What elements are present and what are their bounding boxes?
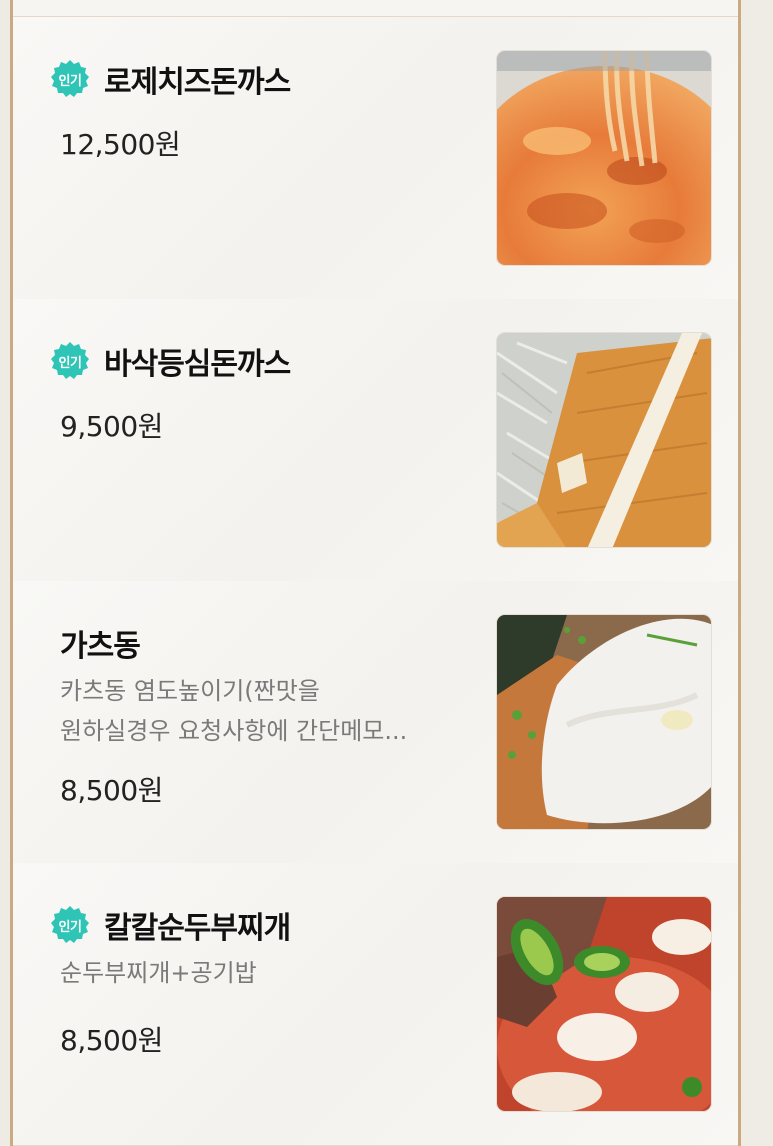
item-name: 로제치즈돈까스: [104, 65, 291, 100]
item-name: 가츠동: [60, 629, 141, 664]
item-name: 칼칼순두부찌개: [104, 911, 291, 946]
item-title-row: 인기 칼칼순두부찌개: [49, 903, 291, 947]
badge-label: 인기: [58, 73, 82, 89]
item-photo[interactable]: [496, 896, 712, 1112]
item-price: 12,500원: [60, 128, 181, 161]
menu-item-rose-cheese-tonkatsu[interactable]: 인기 로제치즈돈까스 12,500원: [13, 17, 738, 300]
badge-label: 인기: [58, 355, 82, 371]
badge-label: 인기: [58, 919, 82, 935]
popular-badge: 인기: [49, 904, 91, 946]
menu-item-spicy-soft-tofu-stew[interactable]: 인기 칼칼순두부찌개 순두부찌개+공기밥 8,500원: [13, 863, 738, 1146]
item-description: 카츠동 염도높이기(짠맛을 원하실경우 요청사항에 간단메모...: [60, 671, 480, 751]
item-price: 9,500원: [60, 410, 163, 443]
right-gutter: [741, 0, 773, 1146]
item-photo[interactable]: [496, 614, 712, 830]
menu-item-katsudon[interactable]: 가츠동 카츠동 염도높이기(짠맛을 원하실경우 요청사항에 간단메모... 8,…: [13, 581, 738, 864]
item-price: 8,500원: [60, 1024, 163, 1057]
popular-badge: 인기: [49, 58, 91, 100]
item-title-row: 가츠동: [60, 621, 141, 665]
menu-item-crispy-loin-tonkatsu[interactable]: 인기 바삭등심돈까스 9,500원: [13, 299, 738, 582]
description-line: 순두부찌개+공기밥: [60, 959, 257, 987]
item-name: 바삭등심돈까스: [104, 347, 291, 382]
description-line: 카츠동 염도높이기(짠맛을: [60, 677, 320, 705]
item-price: 8,500원: [60, 774, 163, 807]
popular-badge: 인기: [49, 340, 91, 382]
item-title-row: 인기 바삭등심돈까스: [49, 339, 291, 383]
katsudon-photo: [497, 615, 711, 829]
item-description: 순두부찌개+공기밥: [60, 953, 480, 993]
rose-cheese-tonkatsu-photo: [497, 51, 711, 265]
crispy-loin-tonkatsu-photo: [497, 333, 711, 547]
description-line: 원하실경우 요청사항에 간단메모...: [60, 717, 408, 745]
item-photo[interactable]: [496, 50, 712, 266]
item-photo[interactable]: [496, 332, 712, 548]
previous-item-edge: [13, 0, 738, 17]
item-title-row: 인기 로제치즈돈까스: [49, 57, 291, 101]
spicy-soft-tofu-stew-photo: [497, 897, 711, 1111]
